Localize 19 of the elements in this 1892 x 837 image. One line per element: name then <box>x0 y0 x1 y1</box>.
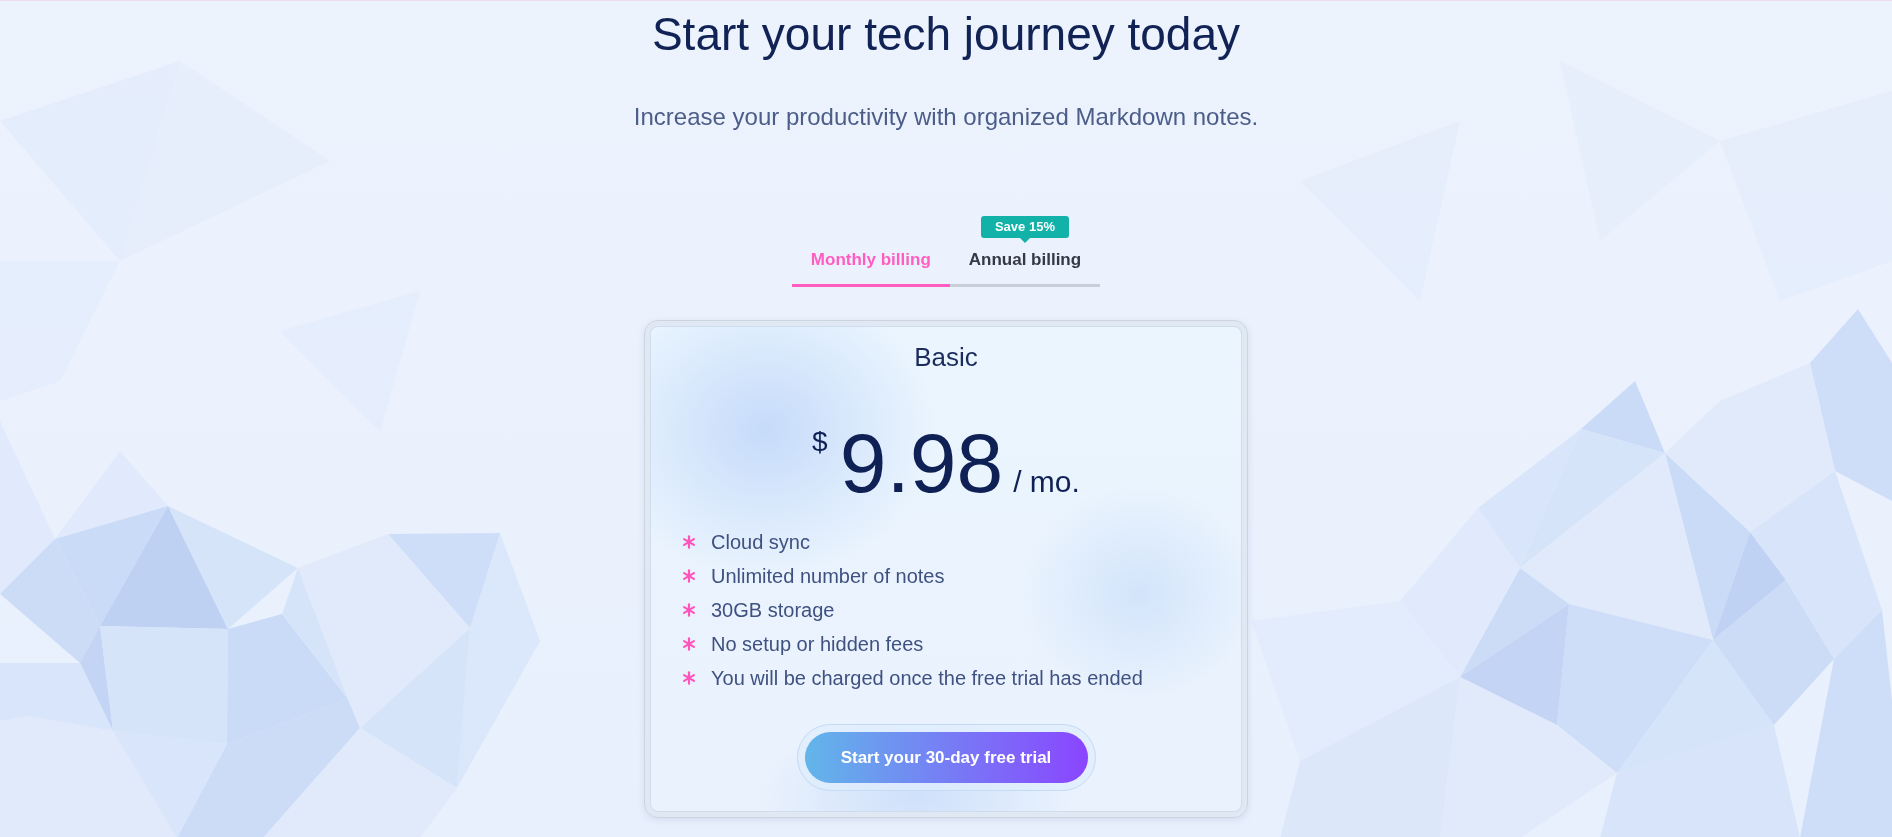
currency-symbol: $ <box>812 428 828 456</box>
feature-text: Cloud sync <box>711 530 810 554</box>
price-amount: 9.98 <box>839 421 1004 505</box>
asterisk-icon <box>682 569 696 583</box>
feature-text: You will be charged once the free trial has ended <box>711 666 1143 690</box>
billing-tab[interactable]: Annual billing <box>949 244 1101 287</box>
asterisk-icon <box>682 671 696 685</box>
billing-tab[interactable]: Monthly billing <box>791 244 950 287</box>
feature-text: No setup or hidden fees <box>711 632 924 656</box>
page-subtitle: Increase your productivity with organized Markdown notes. <box>633 103 1259 131</box>
feature-text: Unlimited number of notes <box>711 564 945 588</box>
asterisk-icon <box>682 637 696 651</box>
plan-name: Basic <box>914 342 978 372</box>
asterisk-icon <box>682 603 696 617</box>
asterisk-icon <box>682 535 696 549</box>
price-period: / mo. <box>1013 467 1080 497</box>
feature-text: 30GB storage <box>711 598 835 622</box>
free-trial-button[interactable]: Start your 30-day free trial <box>796 724 1096 791</box>
page-title: Start your tech journey today <box>651 8 1241 61</box>
